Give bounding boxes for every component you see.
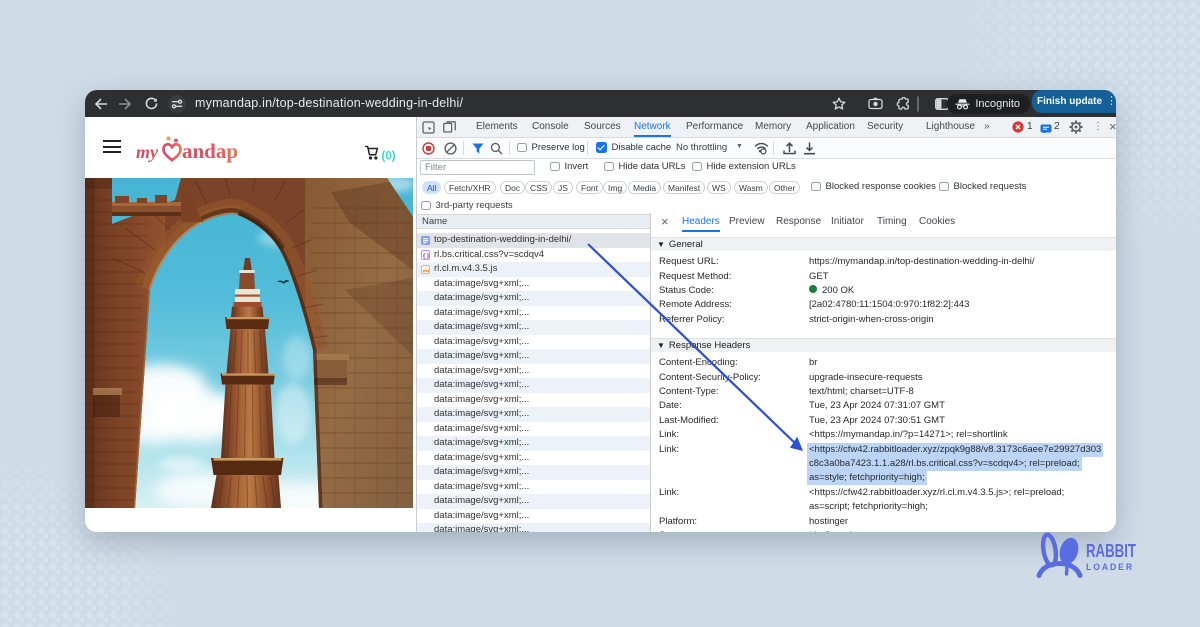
svg-text:(0): (0) — [382, 151, 396, 163]
svg-text:RABBIT: RABBIT — [1086, 541, 1136, 561]
svg-text:my: my — [136, 142, 159, 162]
svg-text:LOADER: LOADER — [1086, 562, 1134, 572]
svg-text:andap: andap — [182, 139, 238, 163]
